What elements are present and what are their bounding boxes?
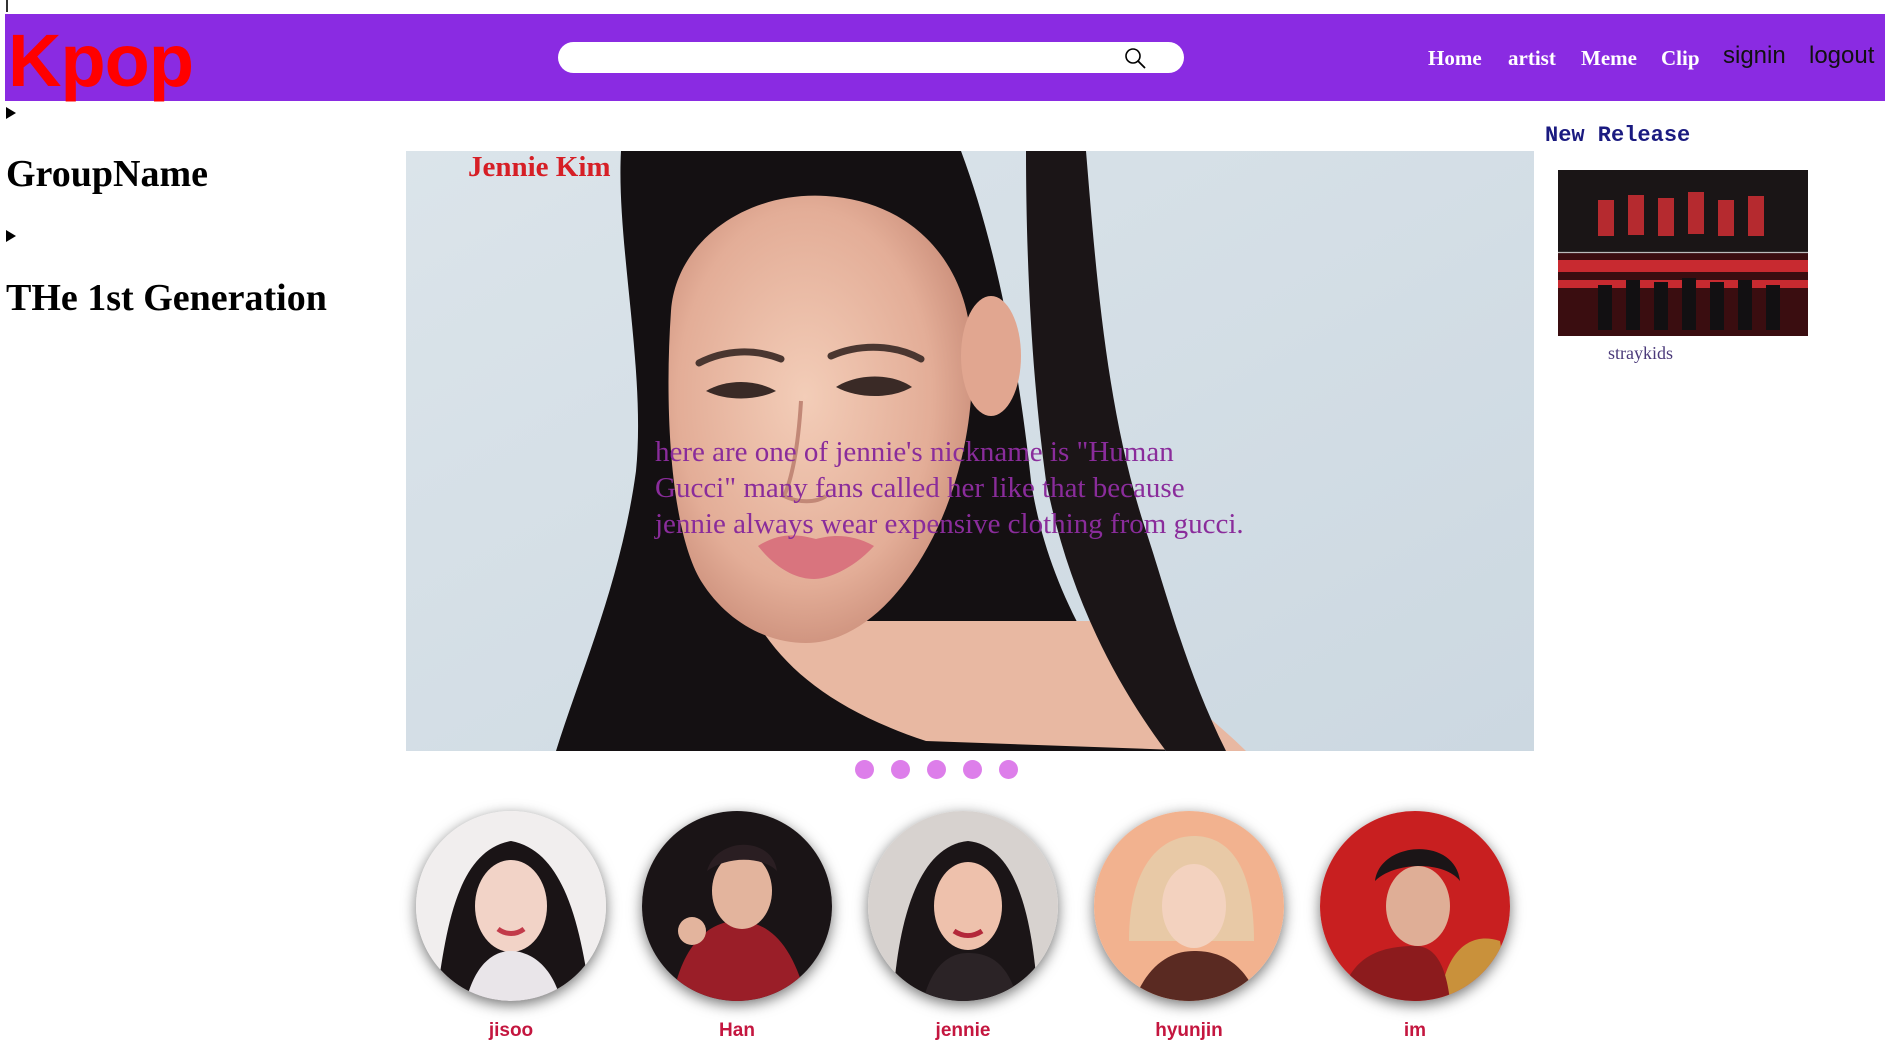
slide-dot-4[interactable]: [963, 760, 982, 779]
new-release-caption[interactable]: straykids: [1608, 343, 1673, 364]
hero-artist-name: Jennie Kim: [468, 151, 611, 183]
slide-indicators: [855, 760, 1018, 779]
member-card-hyunjin: hyunjin: [1094, 811, 1284, 1041]
avatar-image: [642, 811, 832, 1001]
member-card-han: Han: [642, 811, 832, 1041]
member-card-jennie: jennie: [868, 811, 1058, 1041]
member-card-jisoo: jisoo: [416, 811, 606, 1041]
avatar-jennie[interactable]: [868, 811, 1058, 1001]
slide-dot-5[interactable]: [999, 760, 1018, 779]
new-release-title: New Release: [1545, 123, 1691, 148]
avatar-han[interactable]: [642, 811, 832, 1001]
sidebar-heading-groupname[interactable]: GroupName: [6, 152, 208, 196]
slide-dot-1[interactable]: [855, 760, 874, 779]
slide-dot-3[interactable]: [927, 760, 946, 779]
avatar-hyunjin[interactable]: [1094, 811, 1284, 1001]
member-name-jisoo[interactable]: jisoo: [416, 1020, 606, 1042]
member-name-han[interactable]: Han: [642, 1020, 832, 1042]
avatar-im[interactable]: [1320, 811, 1510, 1001]
avatar-image: [416, 811, 606, 1001]
avatar-image: [1094, 811, 1284, 1001]
member-name-im[interactable]: im: [1320, 1020, 1510, 1042]
nav-meme[interactable]: Meme: [1581, 46, 1637, 71]
nav-artist[interactable]: artist: [1508, 46, 1556, 71]
text-cursor: [6, 0, 8, 12]
member-name-jennie[interactable]: jennie: [868, 1020, 1058, 1042]
page: Kpop Home artist Meme Clip signin logout…: [0, 0, 1895, 1060]
nav-home[interactable]: Home: [1428, 46, 1482, 71]
avatar-image: [868, 811, 1058, 1001]
search-icon: [1125, 47, 1146, 68]
member-card-im: im: [1320, 811, 1510, 1041]
nav-clip[interactable]: Clip: [1661, 46, 1700, 71]
search-input[interactable]: [574, 46, 1114, 69]
disclosure-triangle[interactable]: [6, 107, 16, 119]
avatar-image: [1320, 811, 1510, 1001]
logout-link[interactable]: logout: [1809, 42, 1874, 70]
member-name-hyunjin[interactable]: hyunjin: [1094, 1020, 1284, 1042]
slide-dot-2[interactable]: [891, 760, 910, 779]
search-button[interactable]: [1121, 44, 1149, 71]
top-navbar: Kpop Home artist Meme Clip signin logout: [5, 14, 1885, 101]
sidebar-heading-generation[interactable]: THe 1st Generation: [6, 276, 327, 320]
new-release-image: [1558, 170, 1808, 336]
avatar-jisoo[interactable]: [416, 811, 606, 1001]
disclosure-triangle[interactable]: [6, 230, 16, 242]
signin-link[interactable]: signin: [1723, 42, 1786, 70]
search-bar: [558, 42, 1184, 73]
hero-slide: Jennie Kim here are one of jennie's nick…: [406, 151, 1534, 751]
new-release-thumbnail[interactable]: [1558, 170, 1808, 336]
hero-caption: here are one of jennie's nickname is "Hu…: [655, 436, 1244, 540]
site-logo[interactable]: Kpop: [8, 24, 194, 98]
